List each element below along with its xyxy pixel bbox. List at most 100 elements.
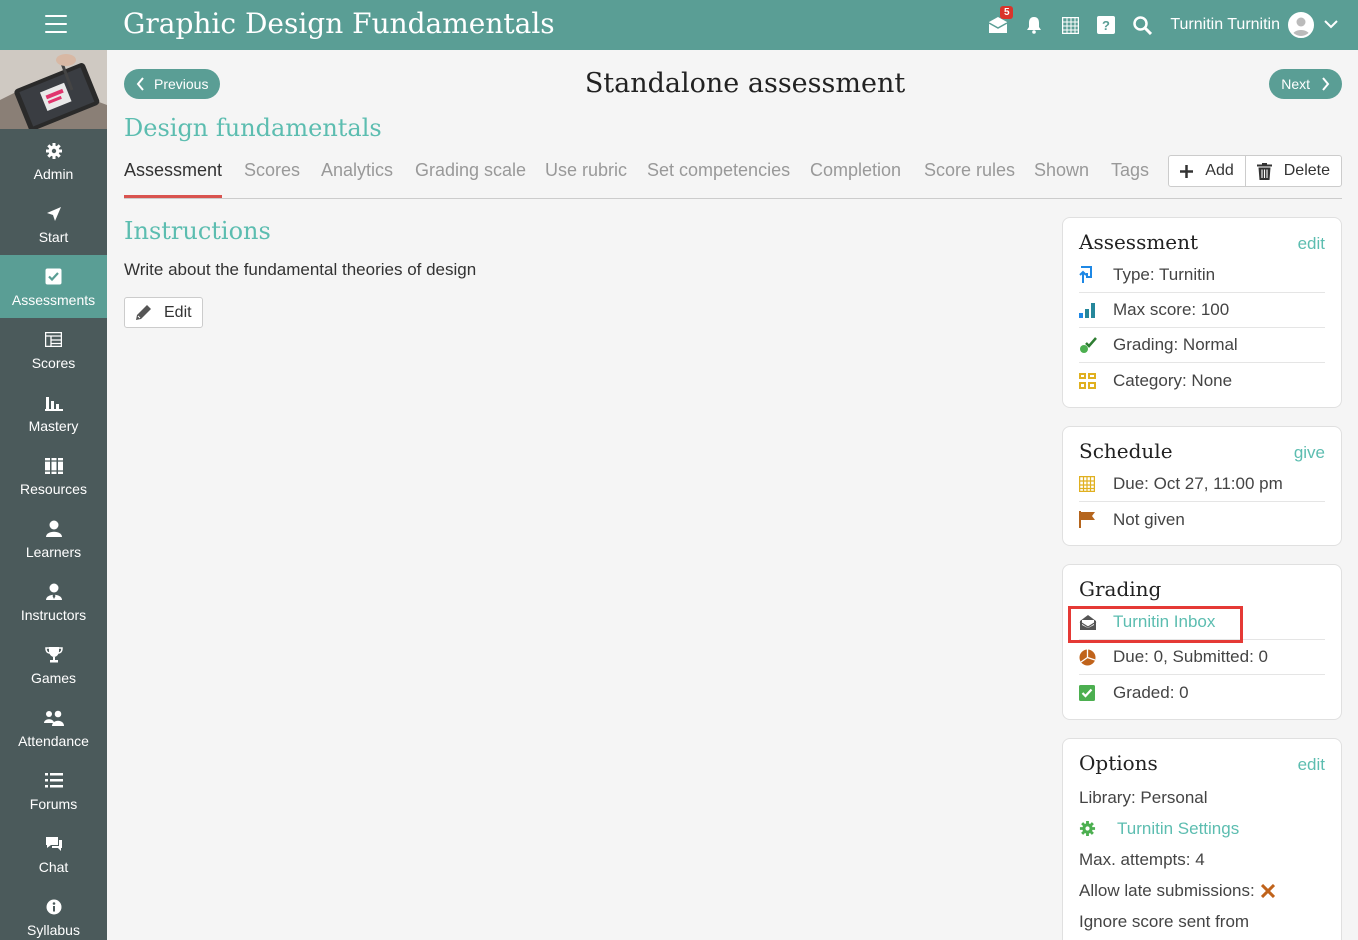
sidebar-item-admin[interactable]: Admin: [0, 129, 107, 192]
sidebar-item-label: Resources: [20, 480, 87, 497]
calendar-icon[interactable]: [1052, 0, 1088, 50]
chevron-right-icon: [1322, 77, 1330, 91]
tab-scores[interactable]: Scores: [244, 160, 300, 198]
sidebar-item-label: Instructors: [20, 606, 87, 623]
tab-shown[interactable]: Shown: [1034, 160, 1089, 198]
search-icon[interactable]: [1124, 0, 1160, 50]
user-icon: [45, 518, 62, 540]
checkbox-icon: [1079, 684, 1113, 701]
sidebar-item-forums[interactable]: Forums: [0, 759, 107, 822]
sidebar-item-label: Mastery: [28, 417, 79, 434]
sidebar-item-mastery[interactable]: Mastery: [0, 381, 107, 444]
top-icons: 5 ? Turnitin Turnitin: [980, 0, 1338, 50]
trash-icon: [1256, 162, 1272, 180]
next-label: Next: [1281, 76, 1310, 92]
grading-panel: Grading Turnitin Inbox Due: 0, Submitted…: [1062, 564, 1342, 720]
bar-chart-icon: [44, 392, 63, 414]
hamburger-menu-icon[interactable]: [45, 15, 67, 35]
tab-tags[interactable]: Tags: [1111, 160, 1149, 198]
assessment-type-row: Type: Turnitin: [1079, 258, 1325, 293]
tab-score-rules[interactable]: Score rules: [924, 160, 1015, 198]
given-status-text: Not given: [1113, 509, 1185, 529]
schedule-panel: Schedule give Due: Oct 27, 11:00 pm Not …: [1062, 426, 1342, 546]
sidebar-item-label: Learners: [25, 543, 82, 560]
instructor-icon: [45, 581, 62, 603]
schedule-panel-title: Schedule: [1079, 439, 1173, 463]
section-title: Design fundamentals: [124, 114, 382, 142]
flag-icon: [1079, 511, 1113, 528]
calendar-icon: [1079, 476, 1113, 492]
tab-set-competencies[interactable]: Set competencies: [647, 160, 790, 198]
sidebar-item-label: Games: [30, 669, 77, 686]
mail-badge: 5: [1000, 6, 1014, 19]
group-icon: [43, 707, 64, 729]
avatar[interactable]: [1288, 12, 1314, 38]
sidebar-item-label: Start: [38, 228, 69, 245]
late-submissions-text: Allow late submissions:: [1079, 880, 1255, 900]
checkbox-icon: [45, 266, 62, 288]
user-name[interactable]: Turnitin Turnitin: [1170, 16, 1280, 34]
bell-icon[interactable]: [1016, 0, 1052, 50]
turnitin-icon: [1079, 266, 1113, 284]
tab-bar: Assessment Scores Analytics Grading scal…: [124, 154, 1342, 199]
add-button[interactable]: Add: [1169, 156, 1244, 186]
grading-check-icon: [1079, 336, 1113, 354]
sidebar-item-learners[interactable]: Learners: [0, 507, 107, 570]
ignore-score-row: Ignore score sent from: [1079, 911, 1250, 931]
options-panel-title: Options: [1079, 751, 1158, 775]
trophy-icon: [44, 644, 63, 666]
sidebar-item-label: Assessments: [11, 291, 96, 308]
sidebar-item-start[interactable]: Start: [0, 192, 107, 255]
sidebar-item-scores[interactable]: Scores: [0, 318, 107, 381]
schedule-give-link[interactable]: give: [1294, 443, 1325, 463]
sidebar-item-assessments[interactable]: Assessments: [0, 255, 107, 318]
tab-completion[interactable]: Completion: [810, 160, 901, 198]
top-bar: Graphic Design Fundamentals 5 ? Turnitin…: [0, 0, 1358, 50]
delete-label: Delete: [1283, 162, 1330, 179]
sidebar-item-attendance[interactable]: Attendance: [0, 696, 107, 759]
sidebar-item-label: Chat: [38, 858, 69, 875]
max-score-text: Max score: 100: [1113, 300, 1230, 319]
tab-analytics[interactable]: Analytics: [321, 160, 393, 198]
course-thumbnail[interactable]: [0, 50, 107, 129]
tab-use-rubric[interactable]: Use rubric: [545, 160, 627, 198]
tab-assessment[interactable]: Assessment: [124, 160, 223, 198]
graded-text: Graded: 0: [1113, 682, 1189, 702]
sidebar-item-resources[interactable]: Resources: [0, 444, 107, 507]
delete-button[interactable]: Delete: [1244, 156, 1341, 186]
turnitin-inbox-text: Turnitin Inbox: [1113, 612, 1216, 631]
sidebar-item-label: Syllabus: [27, 921, 80, 938]
next-button[interactable]: Next: [1269, 69, 1342, 99]
options-panel: Options edit Library: Personal Turnitin …: [1062, 738, 1342, 940]
due-date-row: Due: Oct 27, 11:00 pm: [1079, 467, 1325, 502]
chat-icon: [45, 833, 63, 855]
sidebar-item-label: Forums: [29, 795, 78, 812]
sidebar-item-label: Attendance: [18, 732, 89, 749]
options-edit-link[interactable]: edit: [1298, 755, 1325, 775]
tab-actions: Add Delete: [1168, 155, 1342, 187]
sidebar-item-instructors[interactable]: Instructors: [0, 570, 107, 633]
sidebar-item-syllabus[interactable]: Syllabus: [0, 885, 107, 940]
edit-instructions-button[interactable]: Edit: [124, 297, 203, 328]
bar-chart-icon: [1079, 302, 1113, 318]
turnitin-settings-row: Turnitin Settings: [1079, 813, 1325, 844]
open-envelope-icon: [1079, 614, 1113, 631]
turnitin-inbox-link[interactable]: Turnitin Inbox: [1079, 605, 1325, 640]
gear-icon: [1079, 820, 1117, 837]
turnitin-settings-link[interactable]: Turnitin Settings: [1117, 819, 1239, 839]
assessment-edit-link[interactable]: edit: [1298, 234, 1325, 254]
mail-icon[interactable]: 5: [980, 0, 1016, 50]
instructions-title: Instructions: [124, 217, 271, 245]
library-row: Library: Personal: [1079, 787, 1208, 807]
sidebar-item-chat[interactable]: Chat: [0, 822, 107, 885]
sidebar: Admin Start Assessments Scores Mastery R…: [0, 50, 107, 940]
chevron-down-icon[interactable]: [1324, 16, 1338, 34]
sidebar-item-games[interactable]: Games: [0, 633, 107, 696]
sidebar-item-label: Scores: [31, 354, 76, 371]
svg-text:?: ?: [1102, 18, 1110, 33]
help-icon[interactable]: ?: [1088, 0, 1124, 50]
tab-grading-scale[interactable]: Grading scale: [415, 160, 526, 198]
graded-row: Graded: 0: [1079, 675, 1325, 710]
app-title: Graphic Design Fundamentals: [123, 7, 555, 40]
info-icon: [46, 896, 62, 918]
